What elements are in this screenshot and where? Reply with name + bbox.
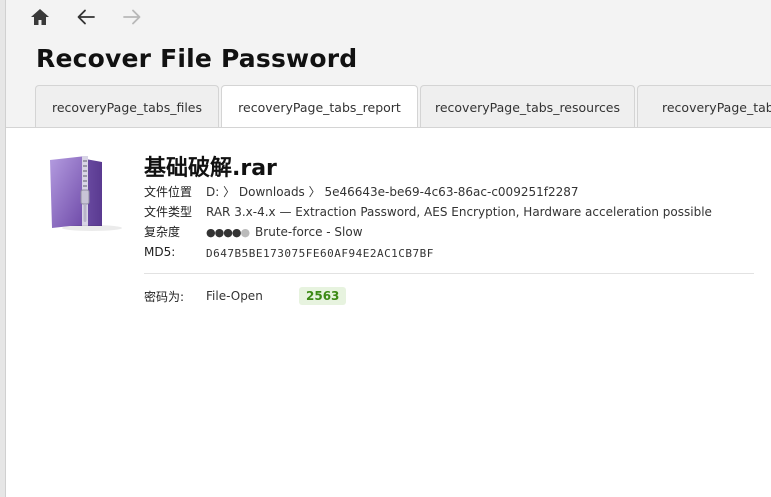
home-icon xyxy=(31,9,49,25)
tab-label: recoveryPage_tabs_resources xyxy=(434,99,621,115)
page-title: Recover File Password xyxy=(36,44,358,73)
complexity-row: 复杂度 ●●●●● Brute-force - Slow xyxy=(144,222,712,242)
divider xyxy=(144,273,754,274)
password-value[interactable]: 2563 xyxy=(299,287,347,305)
tab-bar: recoveryPage_tabs_files recoveryPage_tab… xyxy=(35,85,771,129)
arrow-right-icon xyxy=(123,9,141,25)
location-row: 文件位置 D: 〉 Downloads 〉 5e46643e-be69-4c63… xyxy=(144,182,712,202)
file-name: 基础破解.rar xyxy=(144,156,277,181)
tab-resources[interactable]: recoveryPage_tabs_resources xyxy=(420,85,635,128)
rating-dot-empty: ● xyxy=(240,226,250,239)
forward-button[interactable] xyxy=(116,3,148,31)
app-window: Recover File Password recoveryPage_tabs_… xyxy=(0,0,771,497)
back-button[interactable] xyxy=(70,3,102,31)
home-button[interactable] xyxy=(24,3,56,31)
md5-value: D647B5BE173075FE60AF94E2AC1CB7BF xyxy=(206,247,434,260)
location-label: 文件位置 xyxy=(144,185,193,199)
type-label: 文件类型 xyxy=(144,205,193,219)
archive-file-icon xyxy=(50,156,122,231)
rating-dot-filled: ● xyxy=(223,226,233,239)
location-value: D: 〉 Downloads 〉 5e46643e-be69-4c63-86ac… xyxy=(206,185,579,199)
tab-label: recoveryPage_tabs_files xyxy=(51,99,203,115)
complexity-label: 复杂度 xyxy=(144,225,181,239)
arrow-left-icon xyxy=(77,9,95,25)
md5-row: MD5: D647B5BE173075FE60AF94E2AC1CB7BF xyxy=(144,242,712,262)
tab-files[interactable]: recoveryPage_tabs_files xyxy=(35,85,219,128)
rating-dot-filled: ● xyxy=(206,226,216,239)
report-panel: 基础破解.rar 文件位置 D: 〉 Downloads 〉 5e46643e-… xyxy=(6,127,771,497)
password-label: 密码为: xyxy=(144,289,185,304)
tab-label: recoveryPage_tabs_ xyxy=(662,99,771,115)
complexity-value: ●●●●● Brute-force - Slow xyxy=(206,222,363,242)
file-metadata: 文件位置 D: 〉 Downloads 〉 5e46643e-be69-4c63… xyxy=(144,182,712,262)
tab-label: recoveryPage_tabs_report xyxy=(238,100,401,115)
md5-label: MD5: xyxy=(144,245,176,259)
rating-dot-filled: ● xyxy=(214,226,225,239)
tab-more[interactable]: recoveryPage_tabs_ xyxy=(637,85,771,128)
type-row: 文件类型 RAR 3.x-4.x — Extraction Password, … xyxy=(144,202,712,222)
password-method: File-Open xyxy=(206,289,263,303)
complexity-text: Brute-force - Slow xyxy=(255,225,363,239)
tab-report[interactable]: recoveryPage_tabs_report xyxy=(221,85,418,129)
nav-toolbar xyxy=(24,2,148,32)
complexity-rating: ●●●●● xyxy=(206,226,250,239)
password-row: 密码为: File-Open 2563 xyxy=(144,287,347,305)
type-value: RAR 3.x-4.x — Extraction Password, AES E… xyxy=(206,205,712,219)
